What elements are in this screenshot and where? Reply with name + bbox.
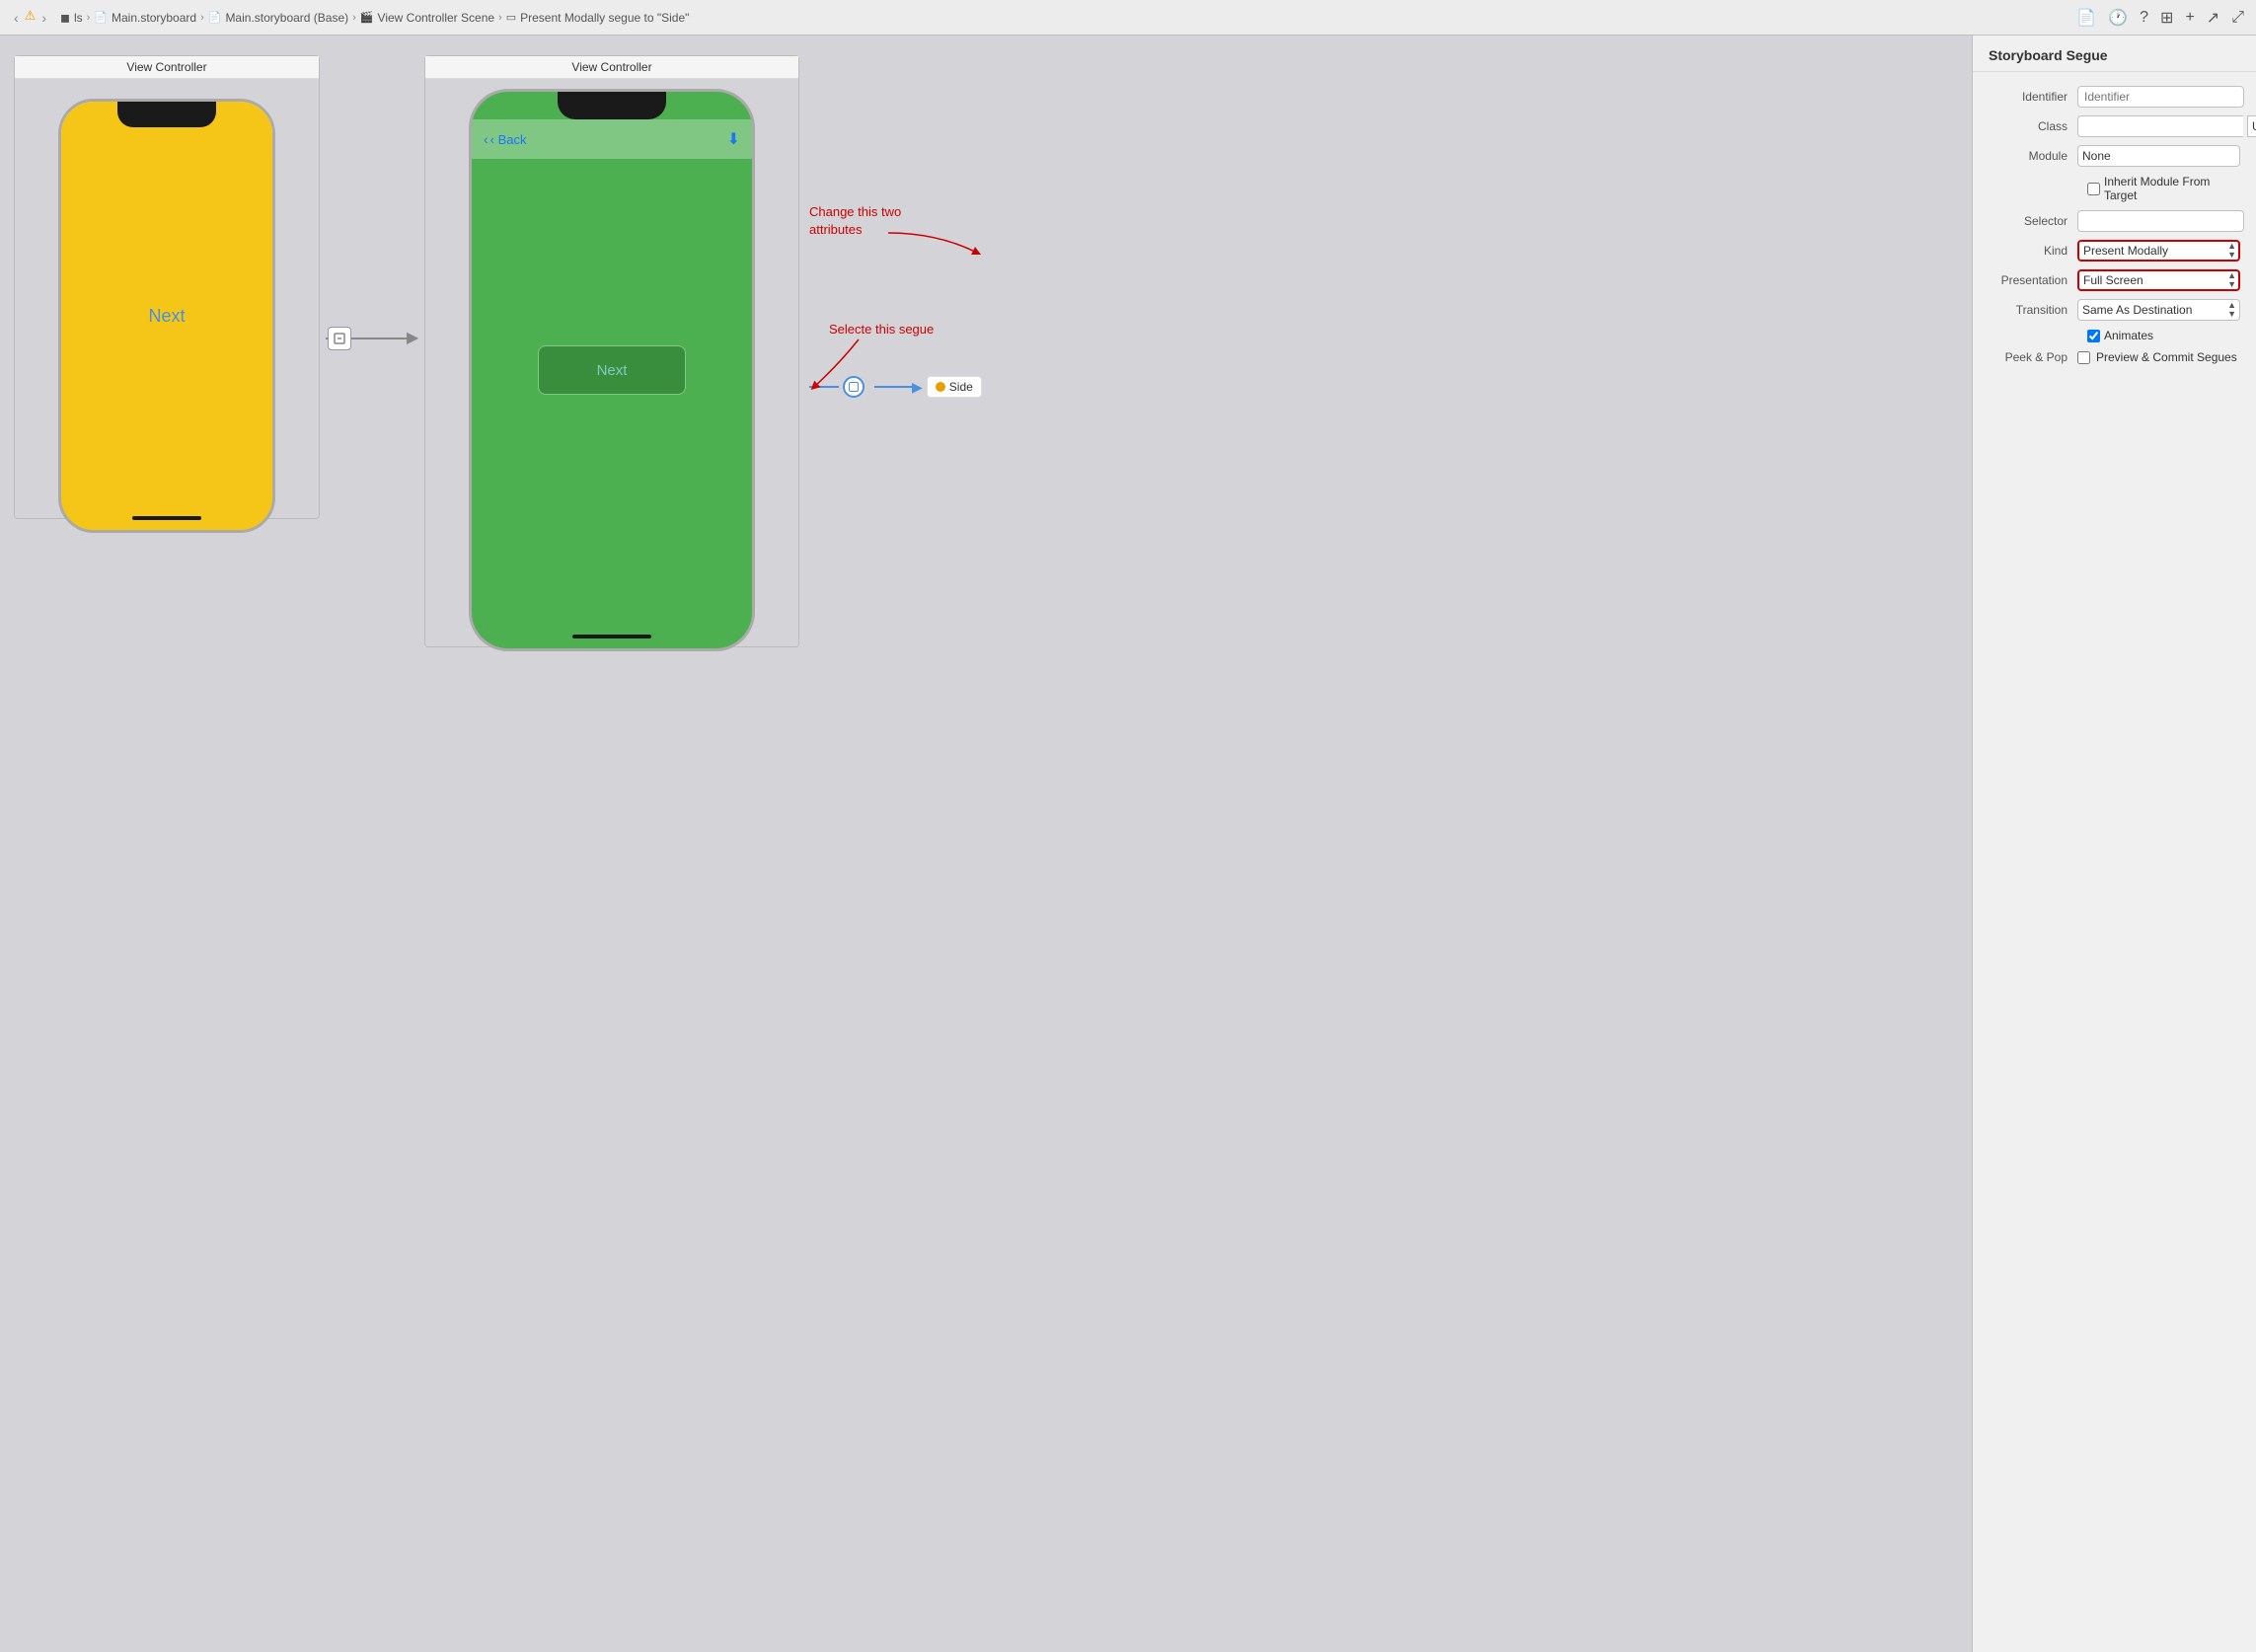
kind-select-wrapper: Present Modally Show Push ▲▼ (2077, 240, 2240, 262)
transition-select-wrapper: Same As Destination Cover Vertical Flip … (2077, 299, 2240, 321)
phone-right-navbar: ‹ ‹ Back ⬇ (472, 119, 752, 159)
selector-label: Selector (1989, 214, 2077, 228)
transition-select[interactable]: Same As Destination Cover Vertical Flip … (2077, 299, 2240, 321)
breadcrumb: ◼ ls › 📄 Main.storyboard › 📄 Main.storyb… (60, 11, 689, 25)
phone-right-notch (558, 92, 666, 119)
module-row: Module None (1973, 141, 2256, 171)
vc-left-box: View Controller ⬆ Next (14, 55, 320, 519)
peek-pop-rest: Preview & Commit Segues (2077, 350, 2240, 364)
class-label: Class (1989, 119, 2077, 133)
animates-row: Animates (1973, 325, 2256, 346)
clock-icon-button[interactable]: 🕐 (2106, 6, 2130, 30)
segue-node-inner (849, 382, 859, 392)
side-dot-icon (936, 382, 945, 392)
identifier-row: Identifier (1973, 82, 2256, 112)
warning-icon: ⚠ (25, 8, 37, 28)
phone-left-home-bar (132, 516, 201, 520)
peek-pop-label: Peek & Pop (1989, 350, 2077, 364)
main-layout: View Controller ⬆ Next (0, 36, 2256, 1652)
segue-connector-left: ▶ (326, 327, 418, 350)
annotation-select: Selecte this segue (829, 322, 934, 337)
class-value-display: UIStoryboardSegue (2247, 115, 2256, 137)
transition-row: Transition Same As Destination Cover Ver… (1973, 295, 2256, 325)
peek-pop-row: Peek & Pop Preview & Commit Segues (1973, 346, 2256, 368)
expand-icon-button[interactable]: ⤢ (2229, 7, 2246, 29)
identifier-input[interactable] (2077, 86, 2244, 108)
phone-left: ⬆ Next (58, 99, 275, 533)
module-select[interactable]: None (2077, 145, 2240, 167)
presentation-label: Presentation (1989, 273, 2077, 287)
selector-row: Selector (1973, 206, 2256, 236)
identifier-label: Identifier (1989, 90, 2077, 104)
presentation-select[interactable]: Full Screen Page Sheet Form Sheet Over F… (2077, 269, 2240, 291)
side-badge: Side (927, 376, 982, 398)
next-label-left: Next (148, 306, 185, 327)
transition-label: Transition (1989, 303, 2077, 317)
animates-checkbox[interactable] (2087, 330, 2100, 342)
next-button-green[interactable]: Next (538, 345, 686, 395)
animates-label[interactable]: Animates (2087, 329, 2153, 342)
grid-icon-button[interactable]: ⊞ (2158, 6, 2175, 30)
vc-right-box: View Controller ‹ ‹ Back ⬇ Next (424, 55, 799, 647)
right-panel: Storyboard Segue Identifier Class UIStor… (1972, 36, 2256, 1652)
canvas-area[interactable]: View Controller ⬆ Next (0, 36, 1972, 1652)
class-row: Class UIStoryboardSegue ⬆ ▾ (1973, 112, 2256, 141)
panel-body: Identifier Class UIStoryboardSegue ⬆ ▾ M… (1973, 72, 2256, 378)
module-select-wrap: None (2077, 145, 2240, 167)
panel-header: Storyboard Segue (1973, 36, 2256, 72)
help-icon-button[interactable]: ? (2138, 7, 2150, 29)
inherit-module-label[interactable]: Inherit Module From Target (2087, 175, 2240, 202)
phone-right-home-bar (572, 635, 651, 638)
peek-pop-checkbox[interactable] (2077, 351, 2090, 364)
class-field-group: UIStoryboardSegue ⬆ ▾ (2077, 115, 2256, 137)
share-icon-button[interactable]: ↗ (2205, 6, 2221, 30)
chevron-left-icon: ‹ (484, 131, 489, 147)
selector-input[interactable] (2077, 210, 2244, 232)
nav-back-button[interactable]: ‹ (10, 8, 23, 28)
module-label: Module (1989, 149, 2077, 163)
breadcrumb-icon-1: ◼ (60, 11, 70, 25)
segue-square-icon[interactable] (328, 327, 351, 350)
vc-right-title: View Controller (425, 56, 798, 79)
class-input[interactable] (2077, 115, 2243, 137)
presentation-select-wrapper: Full Screen Page Sheet Form Sheet Over F… (2077, 269, 2240, 291)
kind-select[interactable]: Present Modally Show Push (2077, 240, 2240, 262)
kind-label: Kind (1989, 244, 2077, 258)
presentation-row: Presentation Full Screen Page Sheet Form… (1973, 265, 2256, 295)
back-button[interactable]: ‹ ‹ Back (484, 131, 527, 147)
phone-left-content: Next (61, 102, 272, 530)
phone-left-notch (117, 102, 216, 127)
annotation-change: Change this twoattributes (809, 203, 901, 239)
file-icon-button[interactable]: 📄 (2074, 6, 2098, 30)
vc-left-title: View Controller (15, 56, 319, 79)
segue-node[interactable] (843, 376, 865, 398)
inherit-module-checkbox[interactable] (2087, 183, 2100, 195)
nav-right-icon: ⬇ (727, 129, 740, 149)
segue-connector-right: ▶ Side (809, 376, 982, 398)
kind-row: Kind Present Modally Show Push ▲▼ (1973, 236, 2256, 265)
phone-right: ‹ ‹ Back ⬇ Next (469, 89, 755, 651)
top-bar: ‹ ⚠ › ◼ ls › 📄 Main.storyboard › 📄 Main.… (0, 0, 2256, 36)
nav-forward-button[interactable]: › (38, 8, 50, 28)
inherit-module-row: Inherit Module From Target (1973, 171, 2256, 206)
plus-icon-button[interactable]: + (2183, 7, 2196, 29)
